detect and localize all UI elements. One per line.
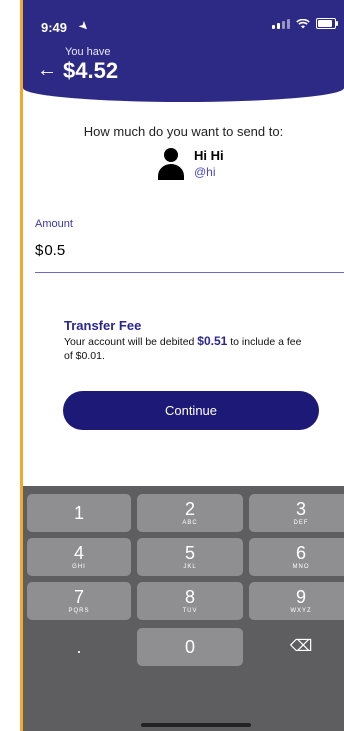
key-0-label: 0 xyxy=(184,637,195,657)
left-margin xyxy=(0,0,22,731)
key-3-label: 3 xyxy=(295,499,306,519)
backspace-icon: ⌫ xyxy=(289,638,313,655)
key-4[interactable]: 4 GHI xyxy=(27,538,131,576)
key-3-letters: DEF xyxy=(293,520,309,526)
home-indicator xyxy=(141,723,251,727)
key-9[interactable]: 9 WXYZ xyxy=(249,582,344,620)
back-arrow-icon[interactable]: ← xyxy=(37,60,57,80)
recipient: Hi Hi @hi xyxy=(158,148,224,182)
key-5-letters: JKL xyxy=(183,564,197,570)
key-2[interactable]: 2 ABC xyxy=(137,494,243,532)
amount-input[interactable] xyxy=(44,242,245,259)
header: 9:49 ➤ ← You have $4.52 xyxy=(23,0,344,102)
phone-frame: 9:49 ➤ ← You have $4.52 How much do you … xyxy=(0,0,344,731)
key-3[interactable]: 3 DEF xyxy=(249,494,344,532)
key-decimal-label: . xyxy=(76,637,82,657)
debit-amount: $0.51 xyxy=(197,334,228,348)
send-prompt: How much do you want to send to: xyxy=(83,124,284,139)
key-6-letters: MNO xyxy=(292,564,310,570)
delete-key[interactable]: ⌫ xyxy=(249,628,344,666)
transfer-fee-title: Transfer Fee xyxy=(64,318,142,333)
amount-underline xyxy=(35,272,344,273)
key-5[interactable]: 5 JKL xyxy=(137,538,243,576)
currency-symbol: $ xyxy=(35,242,44,259)
balance-amount: $4.52 xyxy=(63,58,119,83)
key-7-label: 7 xyxy=(73,587,84,607)
key-4-label: 4 xyxy=(73,543,84,563)
amount-field[interactable]: $ xyxy=(35,242,245,259)
user-avatar-icon xyxy=(158,148,184,182)
key-7-letters: PQRS xyxy=(68,608,90,614)
key-8[interactable]: 8 TUV xyxy=(137,582,243,620)
battery-icon xyxy=(316,18,338,29)
fee-text-pre: Your account will be debited xyxy=(64,336,198,348)
key-5-label: 5 xyxy=(184,543,195,563)
status-time: 9:49 xyxy=(41,20,68,35)
key-9-label: 9 xyxy=(295,587,306,607)
transfer-fee-text: Your account will be debited $0.51 to in… xyxy=(64,334,304,363)
numeric-keypad: 1 2 ABC 3 DEF 4 GHI 5 JKL 6 MNO 7 PQRS 8… xyxy=(23,486,344,731)
recipient-name: Hi Hi xyxy=(194,148,224,163)
key-2-label: 2 xyxy=(184,499,195,519)
location-arrow-icon: ➤ xyxy=(75,17,93,35)
key-6[interactable]: 6 MNO xyxy=(249,538,344,576)
amount-label: Amount xyxy=(35,218,73,230)
balance-label: You have xyxy=(65,46,111,58)
status-icons xyxy=(272,18,338,29)
key-1[interactable]: 1 xyxy=(27,494,131,532)
key-9-letters: WXYZ xyxy=(290,608,312,614)
continue-button[interactable]: Continue xyxy=(63,391,319,430)
recipient-handle: @hi xyxy=(194,165,216,179)
key-4-letters: GHI xyxy=(72,564,86,570)
key-8-label: 8 xyxy=(184,587,195,607)
signal-icon xyxy=(272,18,290,29)
key-7[interactable]: 7 PQRS xyxy=(27,582,131,620)
key-2-letters: ABC xyxy=(182,520,198,526)
key-8-letters: TUV xyxy=(182,608,198,614)
key-decimal[interactable]: . xyxy=(27,628,131,666)
key-1-label: 1 xyxy=(73,503,84,523)
screen: 9:49 ➤ ← You have $4.52 How much do you … xyxy=(23,0,344,731)
key-6-label: 6 xyxy=(295,543,306,563)
key-0[interactable]: 0 xyxy=(137,628,243,666)
wifi-icon xyxy=(296,18,310,28)
